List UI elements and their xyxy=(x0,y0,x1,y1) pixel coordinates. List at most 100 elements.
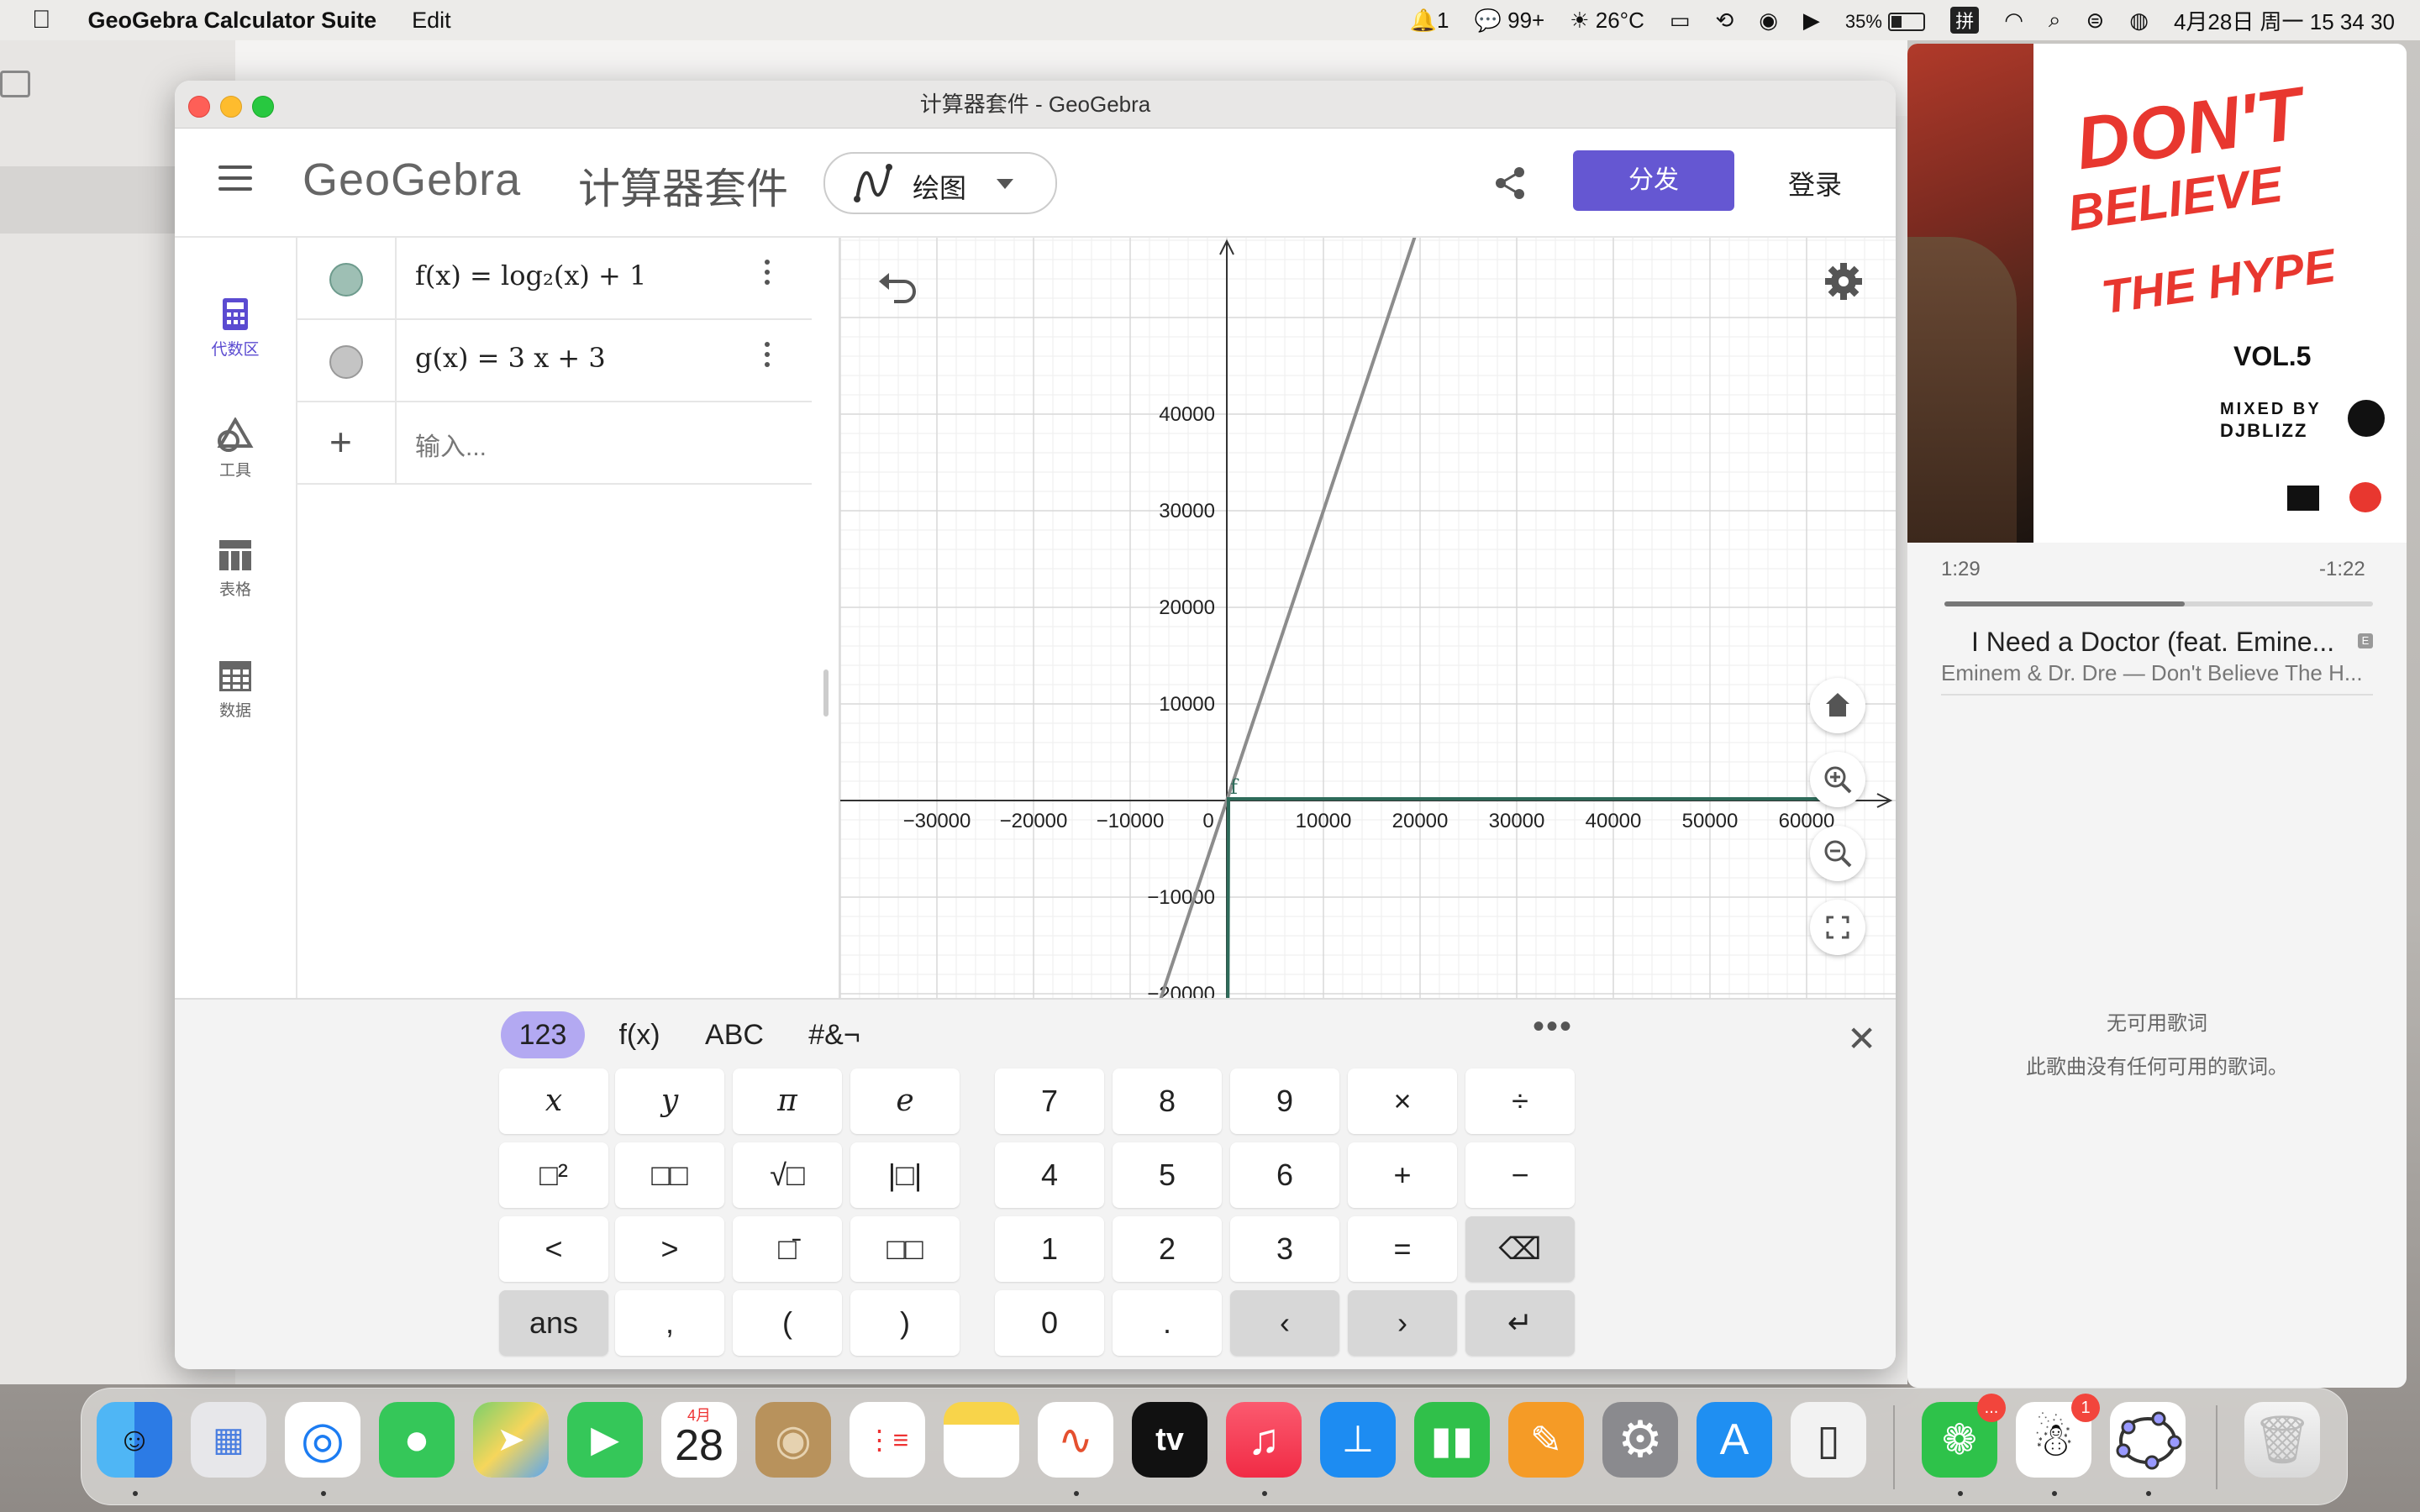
key-divide[interactable]: ÷ xyxy=(1465,1068,1575,1134)
login-button[interactable]: 登录 xyxy=(1788,164,1842,202)
menu-edit[interactable]: Edit xyxy=(412,8,451,34)
keyboard-tab-symbols[interactable]: #&¬ xyxy=(797,1011,872,1058)
key-decimal[interactable]: . xyxy=(1113,1290,1222,1356)
key-open-paren[interactable]: ( xyxy=(733,1290,842,1356)
numbers-icon[interactable]: ▮▮ xyxy=(1414,1402,1490,1478)
key-y[interactable]: y xyxy=(615,1068,724,1134)
key-right-arrow[interactable]: › xyxy=(1348,1290,1457,1356)
reminders-icon[interactable]: ⋮≡ xyxy=(850,1402,925,1478)
keyboard-tab-abc[interactable]: ABC xyxy=(692,1011,776,1058)
key-e[interactable]: e xyxy=(850,1068,960,1134)
plus-icon[interactable]: + xyxy=(329,419,352,465)
nav-tools[interactable]: 工具 xyxy=(175,417,296,480)
visibility-toggle-g[interactable] xyxy=(329,345,363,379)
pages-icon[interactable]: ✎ xyxy=(1508,1402,1584,1478)
input-method-icon[interactable]: 拼 xyxy=(1950,7,1980,34)
apple-tv-icon[interactable]: tv xyxy=(1132,1402,1207,1478)
apple-icon[interactable]:  xyxy=(32,6,51,34)
key-less-than[interactable]: < xyxy=(499,1216,608,1282)
system-settings-icon[interactable]: ⚙ xyxy=(1602,1402,1678,1478)
key-ans[interactable]: ans xyxy=(499,1290,608,1356)
keynote-icon[interactable]: ⊥ xyxy=(1320,1402,1396,1478)
key-backspace[interactable]: ⌫ xyxy=(1465,1216,1575,1282)
search-icon[interactable]: ⌕ xyxy=(2049,7,2061,34)
app-store-icon[interactable]: A xyxy=(1697,1402,1772,1478)
share-icon[interactable] xyxy=(1492,165,1528,201)
bell-icon[interactable]: 🔔1 xyxy=(1410,8,1449,34)
key-4[interactable]: 4 xyxy=(995,1142,1104,1208)
menu-icon[interactable] xyxy=(218,165,252,196)
more-horizontal-icon[interactable]: ••• xyxy=(1533,1008,1573,1046)
publish-button[interactable]: 分发 xyxy=(1573,150,1734,211)
finder-icon[interactable]: ☺ xyxy=(97,1402,172,1478)
freeform-icon[interactable]: ∿ xyxy=(1038,1402,1113,1478)
launchpad-icon[interactable]: ▦ xyxy=(191,1402,266,1478)
more-vertical-icon[interactable] xyxy=(765,260,771,290)
key-overline[interactable]: □̄ xyxy=(733,1216,842,1282)
keyboard-tab-fx[interactable]: f(x) xyxy=(602,1011,677,1058)
menu-app-name[interactable]: GeoGebra Calculator Suite xyxy=(88,8,377,34)
keyboard-tab-123[interactable]: 123 xyxy=(501,1011,585,1058)
key-x[interactable]: x xyxy=(499,1068,608,1134)
graph-canvas[interactable]: −30000 −20000 −10000 0 10000 20000 30000 40000 5… xyxy=(840,238,1896,1078)
key-0[interactable]: 0 xyxy=(995,1290,1104,1356)
nav-algebra[interactable]: 代数区 xyxy=(175,297,296,360)
sidebar-toggle-icon[interactable] xyxy=(0,71,30,97)
algebra-row-f[interactable]: f(x) = log₂(x) + 1 xyxy=(297,238,812,320)
algebra-row-g[interactable]: g(x) = 3 x + 3 xyxy=(297,320,812,402)
key-5[interactable]: 5 xyxy=(1113,1142,1222,1208)
nav-table[interactable]: 表格 xyxy=(175,538,296,600)
weather-icon[interactable]: ☀ 26°C xyxy=(1570,8,1644,34)
graphics-view[interactable]: −30000 −20000 −10000 0 10000 20000 30000 40000 5… xyxy=(840,238,1896,1078)
algebra-input-row[interactable]: + 输入... xyxy=(297,402,812,485)
key-1[interactable]: 1 xyxy=(995,1216,1104,1282)
key-comma[interactable]: , xyxy=(615,1290,724,1356)
expression-g[interactable]: g(x) = 3 x + 3 xyxy=(415,342,606,374)
key-greater-than[interactable]: > xyxy=(615,1216,724,1282)
key-6[interactable]: 6 xyxy=(1230,1142,1339,1208)
key-power[interactable]: □□ xyxy=(615,1142,724,1208)
menu-clock[interactable]: 4月28日 周一 15 34 30 xyxy=(2174,5,2395,36)
home-view-button[interactable] xyxy=(1810,678,1865,733)
key-plus[interactable]: + xyxy=(1348,1142,1457,1208)
key-9[interactable]: 9 xyxy=(1230,1068,1339,1134)
control-center-icon[interactable]: ⊜ xyxy=(2086,8,2104,34)
song-artist[interactable]: Eminem & Dr. Dre — Don't Believe The H..… xyxy=(1941,660,2363,686)
undo-icon[interactable] xyxy=(877,270,919,303)
more-vertical-icon[interactable] xyxy=(765,342,771,372)
algebra-scrollbar[interactable] xyxy=(823,669,829,717)
close-window-button[interactable] xyxy=(188,96,210,118)
playback-progress[interactable] xyxy=(1944,601,2373,606)
key-enter[interactable]: ↵ xyxy=(1465,1290,1575,1356)
contacts-icon[interactable]: ◉ xyxy=(755,1402,831,1478)
music-icon[interactable]: ♫ xyxy=(1226,1402,1302,1478)
siri-icon[interactable]: ◍ xyxy=(2129,8,2149,34)
key-abs[interactable]: |□| xyxy=(850,1142,960,1208)
wifi-icon[interactable]: ◠ xyxy=(2004,8,2023,34)
zoom-in-button[interactable] xyxy=(1810,752,1865,807)
key-sqrt[interactable]: √□ xyxy=(733,1142,842,1208)
time-machine-icon[interactable]: ⟲ xyxy=(1715,8,1733,34)
messages-icon[interactable]: ● xyxy=(379,1402,455,1478)
key-left-arrow[interactable]: ‹ xyxy=(1230,1290,1339,1356)
notes-icon[interactable] xyxy=(944,1402,1019,1478)
geogebra-dock-icon[interactable] xyxy=(2110,1402,2186,1478)
trash-icon[interactable]: 🗑 xyxy=(2244,1402,2320,1478)
fullscreen-button[interactable] xyxy=(1810,900,1865,955)
battery-icon[interactable]: 35% xyxy=(1845,8,1926,34)
safari-icon[interactable]: ◎ xyxy=(285,1402,360,1478)
visibility-toggle-f[interactable] xyxy=(329,263,363,297)
maps-icon[interactable]: ➤ xyxy=(473,1402,549,1478)
key-minus[interactable]: − xyxy=(1465,1142,1575,1208)
key-equals[interactable]: = xyxy=(1348,1216,1457,1282)
gear-icon[interactable] xyxy=(1823,261,1864,302)
key-7[interactable]: 7 xyxy=(995,1068,1104,1134)
zoom-out-button[interactable] xyxy=(1810,826,1865,881)
close-keyboard-icon[interactable]: ✕ xyxy=(1847,1018,1876,1059)
app-mode-dropdown[interactable]: 绘图 xyxy=(823,152,1057,214)
key-square[interactable]: □² xyxy=(499,1142,608,1208)
facetime-icon[interactable]: ▶ xyxy=(567,1402,643,1478)
key-subscript[interactable]: □□ xyxy=(850,1216,960,1282)
key-multiply[interactable]: × xyxy=(1348,1068,1457,1134)
key-close-paren[interactable]: ) xyxy=(850,1290,960,1356)
